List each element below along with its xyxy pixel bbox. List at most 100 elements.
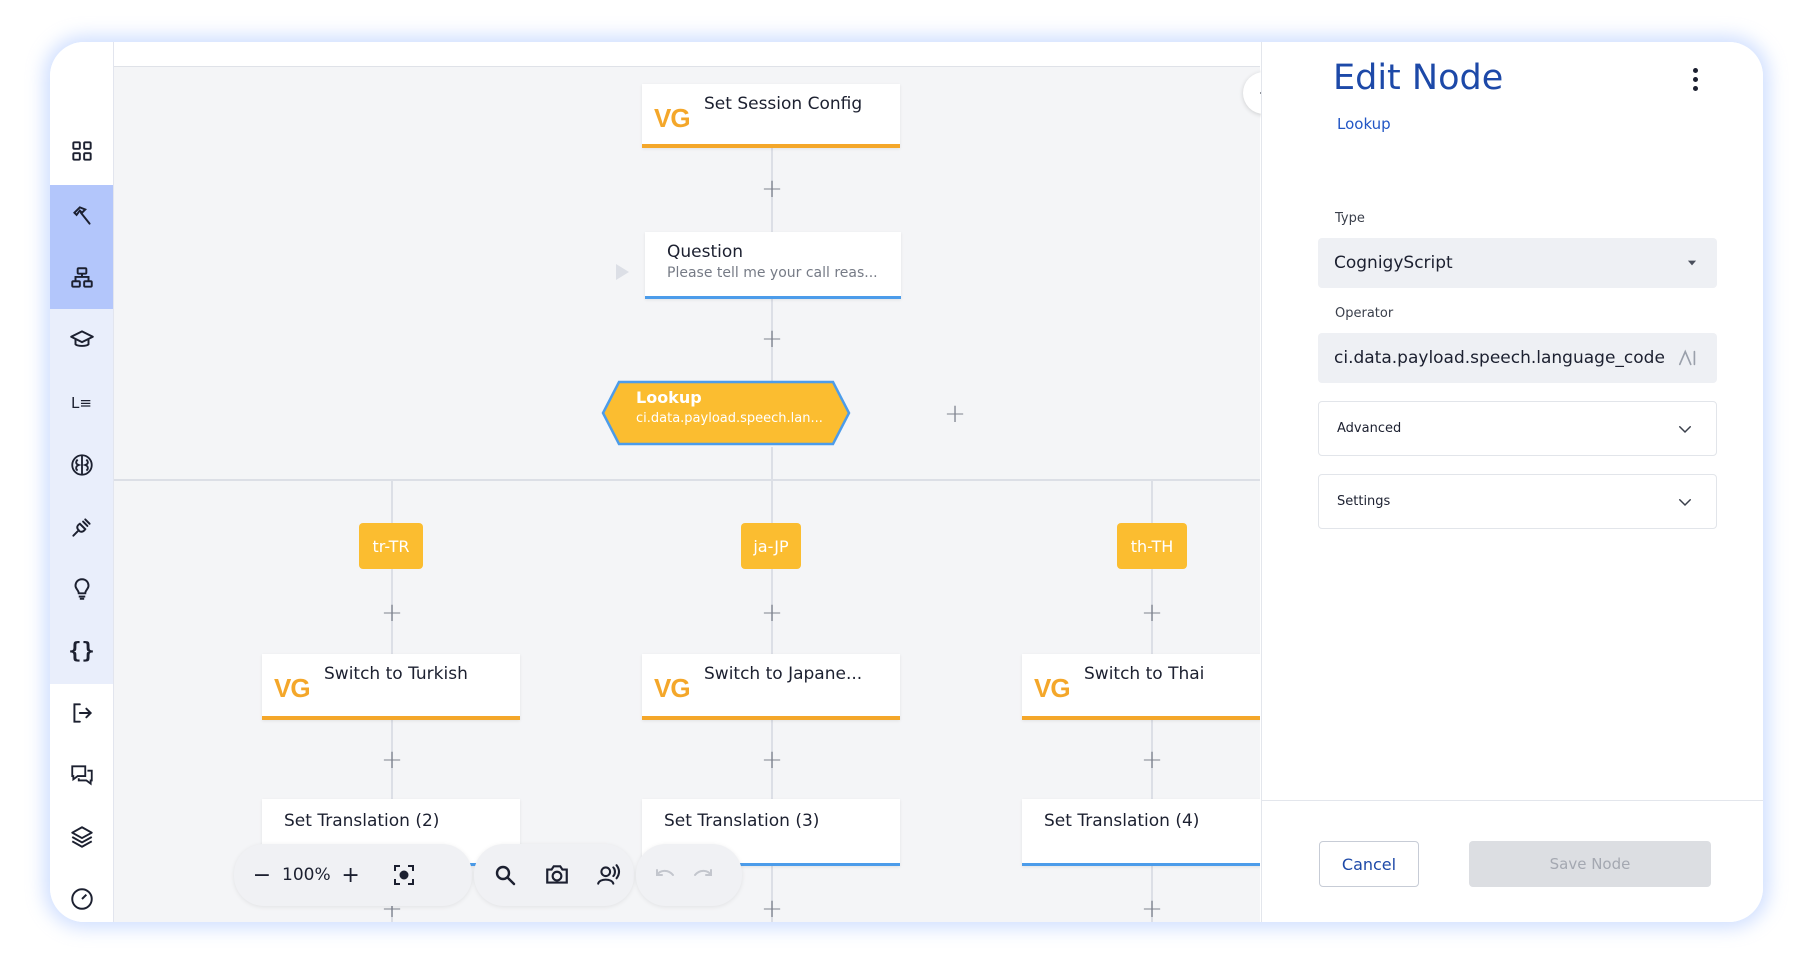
operator-input-value: ci.data.payload.speech.language_code: [1334, 348, 1665, 368]
flow-canvas[interactable]: VG Set Session Config + Question Please …: [114, 42, 1260, 922]
node-set-translation-4[interactable]: Set Translation (4): [1022, 799, 1260, 866]
chat-icon: [70, 765, 93, 786]
hammer-icon: [72, 206, 91, 225]
canvas-header-bar: [114, 42, 1260, 67]
tools-toolbar: [474, 844, 634, 906]
sidebar-item-packages[interactable]: [50, 806, 113, 868]
advanced-accordion[interactable]: Advanced: [1318, 401, 1717, 456]
brain-icon: [70, 454, 93, 476]
sidebar-item-lexicons[interactable]: L≡: [50, 372, 113, 434]
add-node-button[interactable]: +: [1140, 896, 1164, 922]
add-node-button[interactable]: +: [760, 747, 784, 773]
add-node-button[interactable]: +: [380, 747, 404, 773]
node-title: Set Session Config: [704, 94, 863, 114]
sidebar-item-nlu[interactable]: [50, 434, 113, 496]
zoom-in-button[interactable]: +: [341, 856, 361, 894]
redo-icon: [694, 869, 712, 876]
add-node-button[interactable]: +: [760, 896, 784, 922]
node-subtitle: ci.data.payload.speech.lan...: [636, 411, 823, 426]
settings-label: Settings: [1337, 494, 1391, 509]
node-switch-turkish[interactable]: VG Switch to Turkish: [262, 654, 520, 720]
screenshot-button[interactable]: [538, 856, 576, 894]
sidebar: L≡ {}: [50, 42, 114, 922]
sidebar-item-insights[interactable]: [50, 558, 113, 620]
voice-gateway-logo: VG: [654, 103, 691, 133]
redo-button[interactable]: [684, 856, 722, 894]
speaker-person-icon: [597, 864, 621, 885]
caret-down-icon: [1687, 260, 1697, 266]
layers-icon: [70, 826, 93, 848]
gauge-icon: [70, 888, 93, 910]
save-node-button[interactable]: Save Node: [1469, 841, 1711, 887]
voice-gateway-logo: VG: [654, 673, 691, 703]
code-braces-icon: {}: [68, 638, 95, 664]
node-set-session-config[interactable]: VG Set Session Config: [642, 84, 900, 148]
add-node-button[interactable]: +: [1140, 747, 1164, 773]
connector-line: [114, 479, 1260, 481]
sidebar-item-integrations[interactable]: [50, 496, 113, 558]
sidebar-item-functions[interactable]: {}: [50, 620, 113, 682]
zoom-out-button[interactable]: −: [252, 856, 272, 894]
voice-gateway-logo: VG: [1034, 673, 1071, 703]
fit-view-button[interactable]: [385, 856, 423, 894]
add-case-button[interactable]: +: [943, 401, 967, 427]
undo-icon: [656, 869, 674, 876]
sidebar-item-flows[interactable]: [50, 247, 113, 309]
search-button[interactable]: [486, 856, 524, 894]
zoom-level: 100%: [282, 865, 331, 885]
advanced-label: Advanced: [1337, 421, 1402, 436]
sidebar-item-deploy[interactable]: [50, 682, 113, 744]
lightbulb-icon: [74, 578, 89, 600]
add-node-button[interactable]: +: [760, 326, 784, 352]
sidebar-item-dashboard[interactable]: [50, 120, 113, 182]
case-tag-tr[interactable]: tr-TR: [359, 523, 423, 569]
more-options-icon[interactable]: [1683, 61, 1707, 97]
panel-node-type: Lookup: [1337, 115, 1391, 133]
type-select-value: CognigyScript: [1334, 253, 1453, 273]
node-title: Set Translation (3): [664, 811, 820, 831]
ai-assist-icon[interactable]: [1677, 347, 1699, 369]
node-title: Switch to Japane...: [704, 664, 863, 684]
sidebar-item-conversations[interactable]: [50, 744, 113, 806]
plug-icon: [71, 518, 91, 537]
node-switch-japanese[interactable]: VG Switch to Japane...: [642, 654, 900, 720]
sidebar-item-build[interactable]: [50, 185, 113, 247]
node-title: Set Translation (4): [1044, 811, 1200, 831]
type-label: Type: [1335, 211, 1365, 226]
sidebar-item-learn[interactable]: [50, 309, 113, 371]
node-title: Switch to Thai: [1084, 664, 1205, 684]
sidebar-item-analytics[interactable]: [50, 868, 113, 922]
play-icon[interactable]: [616, 264, 629, 280]
undo-button[interactable]: [646, 856, 684, 894]
panel-footer-divider: [1262, 800, 1763, 801]
node-title: Set Translation (2): [284, 811, 440, 831]
graduation-cap-icon: [69, 330, 94, 347]
add-node-button[interactable]: +: [760, 600, 784, 626]
add-node-button[interactable]: +: [380, 600, 404, 626]
node-title: Lookup: [636, 388, 702, 407]
history-toolbar: [636, 844, 742, 906]
edit-node-panel: Edit Node Lookup Type CognigyScript Oper…: [1261, 42, 1763, 922]
operator-label: Operator: [1335, 306, 1394, 321]
zoom-toolbar: − 100% +: [234, 844, 472, 906]
add-node-button[interactable]: +: [760, 176, 784, 202]
case-tag-th[interactable]: th-TH: [1117, 523, 1187, 569]
search-icon: [495, 865, 516, 886]
node-question[interactable]: Question Please tell me your call reas..…: [645, 232, 901, 299]
cancel-button[interactable]: Cancel: [1319, 841, 1419, 887]
node-title: Switch to Turkish: [324, 664, 468, 684]
panel-title: Edit Node: [1333, 58, 1504, 98]
grid-icon: [71, 141, 92, 161]
node-title: Question: [667, 242, 744, 262]
logout-icon: [72, 703, 92, 723]
add-node-button[interactable]: +: [1140, 600, 1164, 626]
voice-preview-button[interactable]: [590, 856, 628, 894]
operator-input[interactable]: ci.data.payload.speech.language_code: [1318, 333, 1717, 383]
camera-icon: [546, 865, 568, 884]
flow-icon: [70, 267, 93, 288]
case-tag-ja[interactable]: ja-JP: [741, 523, 801, 569]
node-switch-thai[interactable]: VG Switch to Thai: [1022, 654, 1260, 720]
settings-accordion[interactable]: Settings: [1318, 474, 1717, 529]
type-select[interactable]: CognigyScript: [1318, 238, 1717, 288]
lexicon-icon: L≡: [71, 394, 92, 412]
